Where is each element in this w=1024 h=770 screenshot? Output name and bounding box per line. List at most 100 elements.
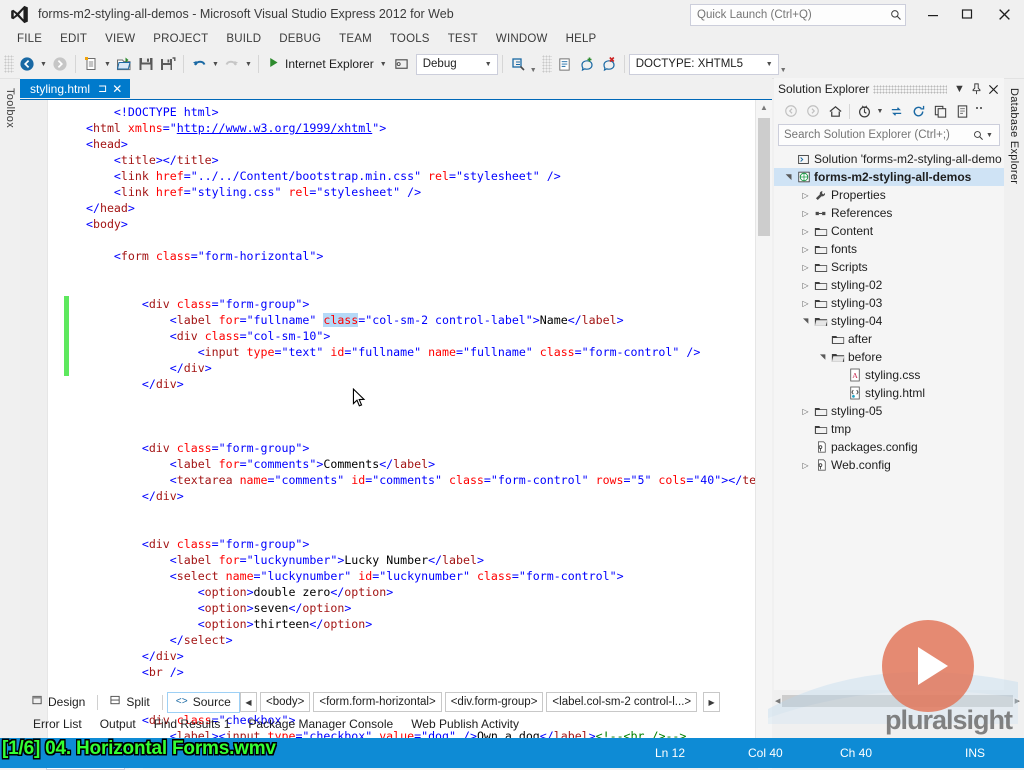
code-line[interactable]: - <div class="form-group"> bbox=[20, 296, 756, 312]
toolbar-overflow-icon[interactable] bbox=[973, 101, 985, 121]
tree-item-styling-html[interactable]: styling.html bbox=[774, 384, 1004, 402]
code-line[interactable]: - <form class="form-horizontal"> bbox=[20, 248, 756, 264]
tree-item-content[interactable]: ▷ Content bbox=[774, 222, 1004, 240]
code-line[interactable]: -<head> bbox=[20, 136, 756, 152]
breadcrumb-left-icon[interactable]: ◀ bbox=[240, 692, 257, 712]
menu-item-tools[interactable]: TOOLS bbox=[381, 31, 439, 47]
tree-item-properties[interactable]: ▷ Properties bbox=[774, 186, 1004, 204]
forward-icon[interactable] bbox=[802, 101, 824, 121]
tree-item-forms-m2-styling-all-demos[interactable]: ◢ forms-m2-styling-all-demos bbox=[774, 168, 1004, 186]
back-icon[interactable] bbox=[780, 101, 802, 121]
tree-item-after[interactable]: after bbox=[774, 330, 1004, 348]
menu-item-window[interactable]: WINDOW bbox=[487, 31, 557, 47]
code-editor[interactable]: <!DOCTYPE html>-<html xmlns="http://www.… bbox=[20, 99, 772, 753]
code-line[interactable]: <label for="comments">Comments</label> bbox=[20, 456, 756, 472]
code-line[interactable]: <title></title> bbox=[20, 152, 756, 168]
code-line[interactable]: <option>thirteen</option> bbox=[20, 616, 756, 632]
new-item-dropdown-icon[interactable]: ▼ bbox=[102, 53, 113, 75]
code-line[interactable]: <link href="../../Content/bootstrap.min.… bbox=[20, 168, 756, 184]
tree-item-tmp[interactable]: tmp bbox=[774, 420, 1004, 438]
split-view-button[interactable]: Split bbox=[102, 693, 157, 712]
doctype-combo[interactable]: DOCTYPE: XHTML5 ▼ bbox=[628, 53, 779, 75]
chevron-down-icon[interactable]: ▼ bbox=[986, 132, 999, 139]
chevron-down-icon[interactable]: ▼ bbox=[951, 80, 968, 98]
quick-launch-box[interactable] bbox=[690, 4, 906, 26]
pending-changes-icon[interactable] bbox=[853, 101, 875, 121]
code-line[interactable]: </head> bbox=[20, 200, 756, 216]
redo-dropdown-icon[interactable]: ▼ bbox=[243, 53, 254, 75]
panel-drag-grip[interactable] bbox=[873, 84, 947, 94]
refresh-icon[interactable] bbox=[907, 101, 929, 121]
collapsed-twisty-icon[interactable]: ▷ bbox=[799, 263, 812, 272]
search-input[interactable] bbox=[779, 128, 970, 142]
navigate-back-icon[interactable] bbox=[16, 53, 38, 75]
chevron-down-icon[interactable]: ▼ bbox=[766, 61, 776, 68]
solution-configuration-combo[interactable]: Debug ▼ bbox=[415, 53, 498, 75]
tab-styling-html[interactable]: styling.html ⊐ ✕ bbox=[20, 79, 131, 98]
scroll-up-icon[interactable]: ▲ bbox=[756, 100, 772, 114]
start-debugging-button[interactable]: Internet Explorer ▼ bbox=[263, 53, 391, 75]
code-line[interactable]: - <select name="luckynumber" id="luckynu… bbox=[20, 568, 756, 584]
breadcrumb-item[interactable]: <label.col-sm-2 control-l...> bbox=[546, 692, 698, 712]
code-line[interactable]: <link href="styling.css" rel="stylesheet… bbox=[20, 184, 756, 200]
menu-item-edit[interactable]: EDIT bbox=[51, 31, 96, 47]
pending-changes-dropdown-icon[interactable]: ▼ bbox=[875, 101, 885, 121]
collapsed-twisty-icon[interactable]: ▷ bbox=[799, 461, 812, 470]
scroll-left-icon[interactable]: ◀ bbox=[775, 697, 780, 705]
solution-tree[interactable]: Solution 'forms-m2-styling-all-demo ◢ form… bbox=[774, 150, 1004, 690]
tree-item-solution-forms-m2-styling-all-demo[interactable]: Solution 'forms-m2-styling-all-demo bbox=[774, 150, 1004, 168]
save-all-icon[interactable] bbox=[157, 53, 179, 75]
design-view-button[interactable]: Design bbox=[24, 693, 93, 712]
toolbar-overflow-icon[interactable]: ▼ bbox=[779, 54, 788, 74]
close-icon[interactable] bbox=[984, 0, 1024, 28]
breadcrumb-scrollbar[interactable]: ◀ ▶ bbox=[775, 694, 1020, 708]
code-line[interactable]: <label for="fullname" class="col-sm-2 co… bbox=[20, 312, 756, 328]
code-line[interactable]: - <div class="form-group"> bbox=[20, 440, 756, 456]
navigate-forward-icon[interactable] bbox=[49, 53, 71, 75]
search-icon[interactable] bbox=[970, 130, 986, 141]
show-all-files-icon[interactable] bbox=[951, 101, 973, 121]
home-icon[interactable] bbox=[824, 101, 846, 121]
tree-item-styling-03[interactable]: ▷ styling-03 bbox=[774, 294, 1004, 312]
tree-item-styling-css[interactable]: Astyling.css bbox=[774, 366, 1004, 384]
tree-item-scripts[interactable]: ▷ Scripts bbox=[774, 258, 1004, 276]
code-line[interactable]: -<body> bbox=[20, 216, 756, 232]
find-overflow-icon[interactable]: ▼ bbox=[529, 54, 538, 74]
collapsed-twisty-icon[interactable]: ▷ bbox=[799, 245, 812, 254]
chevron-down-icon[interactable]: ▼ bbox=[485, 61, 495, 68]
collapsed-twisty-icon[interactable]: ▷ bbox=[799, 299, 812, 308]
code-text[interactable]: <!DOCTYPE html>-<html xmlns="http://www.… bbox=[20, 104, 756, 750]
panel-tab-error-list[interactable]: Error List bbox=[24, 717, 91, 731]
code-line[interactable]: </div> bbox=[20, 360, 756, 376]
redo-icon[interactable] bbox=[221, 53, 243, 75]
menu-item-file[interactable]: FILE bbox=[8, 31, 51, 47]
maximize-icon[interactable] bbox=[950, 0, 984, 28]
collapsed-twisty-icon[interactable]: ▷ bbox=[799, 227, 812, 236]
tree-item-before[interactable]: ◢ before bbox=[774, 348, 1004, 366]
scrollbar-thumb[interactable] bbox=[758, 118, 770, 236]
find-in-files-icon[interactable] bbox=[507, 53, 529, 75]
code-line[interactable]: </div> bbox=[20, 488, 756, 504]
code-line[interactable] bbox=[20, 504, 756, 520]
collapsed-twisty-icon[interactable]: ▷ bbox=[799, 281, 812, 290]
document-outline-icon[interactable] bbox=[554, 53, 576, 75]
menu-item-build[interactable]: BUILD bbox=[217, 31, 270, 47]
code-line[interactable] bbox=[20, 232, 756, 248]
tree-item-styling-05[interactable]: ▷ styling-05 bbox=[774, 402, 1004, 420]
sync-with-active-document-icon[interactable] bbox=[885, 101, 907, 121]
tree-item-web-config[interactable]: ▷ Web.config bbox=[774, 456, 1004, 474]
breadcrumb-item[interactable]: <form.form-horizontal> bbox=[313, 692, 442, 712]
breadcrumb-item[interactable]: <div.form-group> bbox=[444, 692, 544, 712]
breadcrumb-item[interactable]: <body> bbox=[260, 692, 311, 712]
hscroll-thumb[interactable] bbox=[782, 695, 1013, 707]
menu-item-team[interactable]: TEAM bbox=[330, 31, 381, 47]
code-line[interactable] bbox=[20, 264, 756, 280]
collapsed-twisty-icon[interactable]: ▷ bbox=[799, 209, 812, 218]
menu-item-test[interactable]: TEST bbox=[439, 31, 487, 47]
search-icon[interactable] bbox=[887, 9, 905, 21]
panel-tab-find-results-1[interactable]: Find Results 1 bbox=[145, 717, 240, 731]
minimize-icon[interactable] bbox=[916, 0, 950, 28]
tree-item-styling-02[interactable]: ▷ styling-02 bbox=[774, 276, 1004, 294]
menu-item-project[interactable]: PROJECT bbox=[144, 31, 217, 47]
expanded-twisty-icon[interactable]: ◢ bbox=[819, 351, 827, 364]
